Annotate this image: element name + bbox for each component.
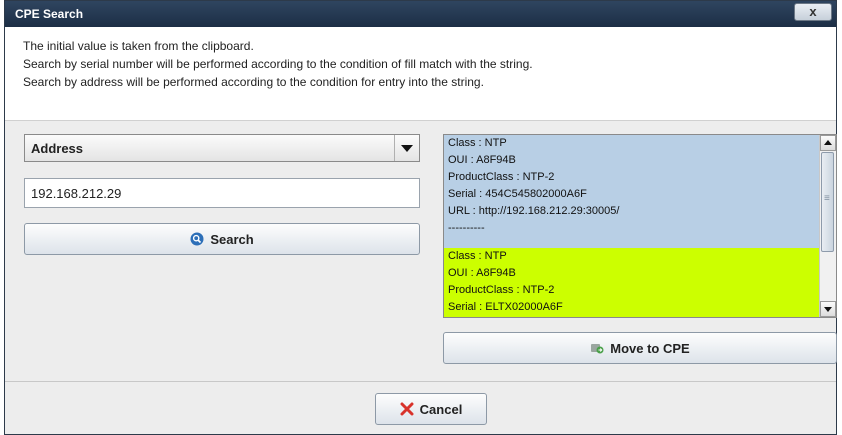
info-panel: The initial value is taken from the clip… <box>5 27 836 121</box>
search-mode-dropdown[interactable]: Address <box>24 134 420 162</box>
search-icon <box>190 232 204 246</box>
title-bar[interactable]: CPE Search x <box>5 1 836 27</box>
result-line: Class : NTP <box>448 250 507 262</box>
result-line: OUI : A8F94B <box>448 154 516 166</box>
result-separator: ---------- <box>448 222 485 234</box>
result-line: Serial : ELTX02000A6F <box>448 301 563 313</box>
search-button-label: Search <box>210 231 254 247</box>
info-line: Search by address will be performed acco… <box>23 75 484 89</box>
cpe-search-dialog: CPE Search x The initial value is taken … <box>4 0 837 435</box>
move-to-cpe-icon <box>591 344 604 354</box>
list-item[interactable]: Class : NTP OUI : A8F94B ProductClass : … <box>444 248 820 317</box>
search-input[interactable] <box>24 178 420 208</box>
close-button[interactable]: x <box>794 3 832 21</box>
move-to-cpe-label: Move to CPE <box>610 340 690 356</box>
result-line: OUI : A8F94B <box>448 267 516 279</box>
result-line: Class : NTP <box>448 137 507 149</box>
result-line: URL : http://192.168.212.29:30005/ <box>448 205 620 217</box>
results-scrollbar[interactable] <box>819 135 836 317</box>
info-line: The initial value is taken from the clip… <box>23 39 254 53</box>
list-item[interactable]: Class : NTP OUI : A8F94B ProductClass : … <box>444 135 820 248</box>
info-line: Search by serial number will be performe… <box>23 57 533 71</box>
cancel-x-icon <box>400 402 414 416</box>
cancel-label: Cancel <box>419 401 463 417</box>
search-button[interactable]: Search <box>24 223 420 255</box>
chevron-down-icon[interactable] <box>394 135 419 161</box>
results-list[interactable]: Class : NTP OUI : A8F94B ProductClass : … <box>443 134 837 318</box>
move-to-cpe-button[interactable]: Move to CPE <box>443 332 837 364</box>
scroll-down-icon[interactable] <box>820 301 836 317</box>
result-line: ProductClass : NTP-2 <box>448 284 555 296</box>
result-line: Serial : 454C545802000A6F <box>448 188 587 200</box>
footer-divider <box>5 381 836 382</box>
scroll-up-icon[interactable] <box>820 135 836 151</box>
result-line: ProductClass : NTP-2 <box>448 171 555 183</box>
search-mode-value: Address <box>31 141 84 156</box>
scrollbar-thumb[interactable] <box>821 152 834 252</box>
window-title: CPE Search <box>15 7 84 21</box>
cancel-button[interactable]: Cancel <box>375 393 487 425</box>
